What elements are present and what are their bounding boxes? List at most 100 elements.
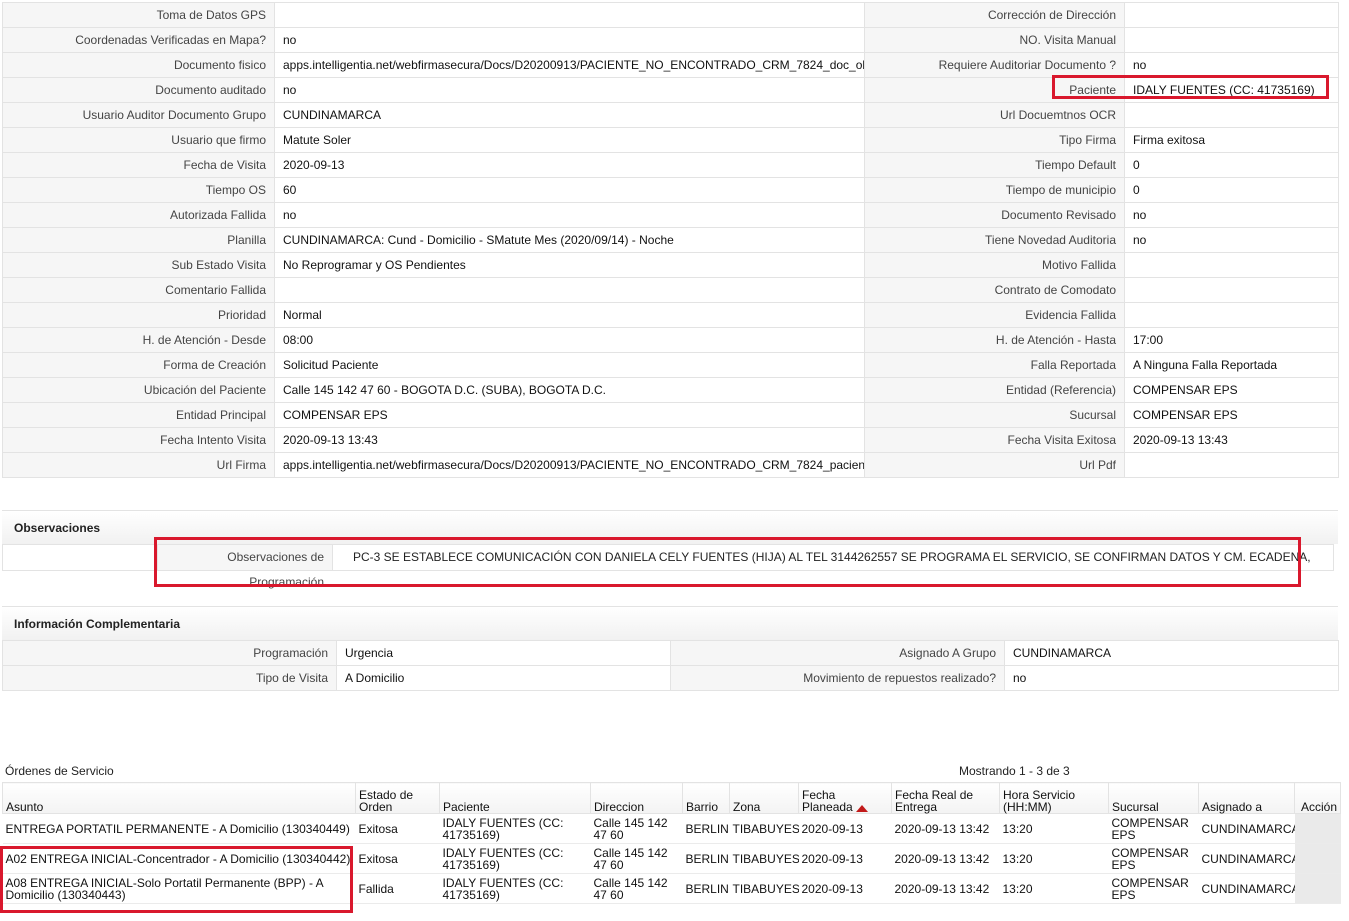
- field-value: apps.intelligentia.net/webfirmasecura/Do…: [274, 52, 865, 78]
- table-cell: A08 ENTREGA INICIAL-Solo Portatil Perman…: [2, 873, 356, 904]
- orders-column-header[interactable]: Sucursal: [1108, 782, 1199, 814]
- field-label: Sucursal: [864, 402, 1125, 428]
- orders-column-header[interactable]: Acción: [1294, 782, 1341, 814]
- field-value: CUNDINAMARCA: [1004, 640, 1339, 666]
- table-cell: TIBABUYES: [729, 873, 799, 904]
- field-label: Toma de Datos GPS: [2, 2, 275, 28]
- field-value: no: [1004, 665, 1339, 691]
- detail-row: Url Firma apps.intelligentia.net/webfirma…: [2, 452, 1339, 478]
- table-cell: 2020-09-13 13:42: [891, 813, 1000, 844]
- column-header-label: Hora Servicio (HH:MM): [1003, 788, 1076, 814]
- detail-row: Entidad Principal COMPENSAR EPS Sucursal CO…: [2, 402, 1339, 428]
- table-row[interactable]: ENTREGA PORTATIL PERMANENTE - A Domicili…: [2, 813, 1341, 844]
- table-cell: ENTREGA PORTATIL PERMANENTE - A Domicili…: [2, 813, 356, 844]
- orders-column-header[interactable]: Estado de Orden: [355, 782, 440, 814]
- field-label: Url Firma: [2, 452, 275, 478]
- table-cell: A02 ENTREGA INICIAL-Concentrador - A Dom…: [2, 843, 356, 874]
- field-label: Tiempo de municipio: [864, 177, 1125, 203]
- orders-column-header[interactable]: Asunto: [2, 782, 356, 814]
- field-label: Entidad Principal: [2, 402, 275, 428]
- table-cell: Exitosa: [355, 813, 440, 844]
- column-header-label: Fecha Real de Entrega: [895, 788, 974, 814]
- field-value: CUNDINAMARCA: Cund - Domicilio - SMatute…: [274, 227, 865, 253]
- field-value: [1124, 2, 1339, 28]
- table-cell: Calle 145 142 47 60: [590, 873, 683, 904]
- field-label: Programación: [2, 640, 337, 666]
- column-header-label: Barrio: [686, 800, 719, 814]
- field-value: A Ninguna Falla Reportada: [1124, 352, 1339, 378]
- table-cell: 2020-09-13 13:42: [891, 873, 1000, 904]
- detail-row: Prioridad Normal Evidencia Fallida: [2, 302, 1339, 328]
- field-value: 17:00: [1124, 327, 1339, 353]
- info-row: Tipo de Visita A Domicilio Movimiento de r…: [2, 665, 1339, 691]
- field-label: Requiere Auditoriar Documento ?: [864, 52, 1125, 78]
- orders-count: Mostrando 1 - 3 de 3: [959, 764, 1070, 778]
- field-label: Coordenadas Verificadas en Mapa?: [2, 27, 275, 53]
- orders-column-header[interactable]: Asignado a: [1198, 782, 1295, 814]
- table-cell[interactable]: [1294, 873, 1341, 904]
- table-cell[interactable]: [1294, 843, 1341, 874]
- table-cell: 13:20: [999, 873, 1109, 904]
- field-value: COMPENSAR EPS: [1124, 377, 1339, 403]
- field-label: Evidencia Fallida: [864, 302, 1125, 328]
- field-label: NO. Visita Manual: [864, 27, 1125, 53]
- field-label: Tipo Firma: [864, 127, 1125, 153]
- orders-table: Asunto Estado de Orden Paciente Direccion Ba…: [2, 782, 1341, 904]
- detail-row: Usuario Auditor Documento Grupo CUNDINAMA…: [2, 102, 1339, 128]
- field-value: apps.intelligentia.net/webfirmasecura/Do…: [274, 452, 865, 478]
- field-value: no: [1124, 202, 1339, 228]
- orders-column-header[interactable]: Zona: [729, 782, 799, 814]
- observaciones-label: Observaciones de Programación: [157, 545, 333, 589]
- field-value: [1124, 452, 1339, 478]
- table-row[interactable]: A02 ENTREGA INICIAL-Concentrador - A Dom…: [2, 843, 1341, 874]
- column-header-label: Asignado a: [1202, 800, 1263, 814]
- table-cell: 2020-09-13: [798, 873, 892, 904]
- field-value: 60: [274, 177, 865, 203]
- field-value: no: [1124, 52, 1339, 78]
- field-label: Movimiento de repuestos realizado?: [670, 665, 1005, 691]
- field-label: H. de Atención - Desde: [2, 327, 275, 353]
- orders-column-header[interactable]: Direccion: [590, 782, 683, 814]
- orders-column-header[interactable]: Fecha Planeada: [798, 782, 892, 814]
- orders-column-header[interactable]: Hora Servicio (HH:MM): [999, 782, 1109, 814]
- field-label: Usuario Auditor Documento Grupo: [2, 102, 275, 128]
- orders-column-header[interactable]: Barrio: [682, 782, 730, 814]
- column-header-label: Asunto: [6, 800, 44, 814]
- table-cell: CUNDINAMARCA: [1198, 873, 1295, 904]
- field-value: Firma exitosa: [1124, 127, 1339, 153]
- detail-row: Planilla CUNDINAMARCA: Cund - Domicilio -…: [2, 227, 1339, 253]
- observaciones-value: PC-3 SE ESTABLECE COMUNICACIÓN CON DANIE…: [353, 550, 1311, 564]
- field-value: [1124, 277, 1339, 303]
- detail-row: Autorizada Fallida no Documento Revisado no: [2, 202, 1339, 228]
- field-label: Fecha Visita Exitosa: [864, 427, 1125, 453]
- field-value: No Reprogramar y OS Pendientes: [274, 252, 865, 278]
- detail-row: H. de Atención - Desde 08:00 H. de Atenció…: [2, 327, 1339, 353]
- field-value: no: [274, 77, 865, 103]
- field-value: no: [274, 27, 865, 53]
- table-cell: CUNDINAMARCA: [1198, 843, 1295, 874]
- column-header-label: Zona: [733, 800, 761, 814]
- orders-title: Órdenes de Servicio: [5, 764, 114, 778]
- table-cell: BERLIN: [682, 813, 730, 844]
- sort-up-icon[interactable]: [855, 805, 868, 812]
- column-header-label: Acción: [1300, 800, 1337, 814]
- field-value: [274, 277, 865, 303]
- table-cell: 2020-09-13 13:42: [891, 843, 1000, 874]
- field-label: Usuario que firmo: [2, 127, 275, 153]
- table-row[interactable]: A08 ENTREGA INICIAL-Solo Portatil Perman…: [2, 873, 1341, 904]
- table-cell[interactable]: [1294, 813, 1341, 844]
- field-value: COMPENSAR EPS: [1124, 402, 1339, 428]
- detail-row: Sub Estado Visita No Reprogramar y OS Pen…: [2, 252, 1339, 278]
- orders-column-header[interactable]: Fecha Real de Entrega: [891, 782, 1000, 814]
- field-label: Asignado A Grupo: [670, 640, 1005, 666]
- table-cell: TIBABUYES: [729, 813, 799, 844]
- table-cell: 2020-09-13: [798, 843, 892, 874]
- field-label: Url Docuemtnos OCR: [864, 102, 1125, 128]
- table-cell: Exitosa: [355, 843, 440, 874]
- field-label: Motivo Fallida: [864, 252, 1125, 278]
- field-value: 0: [1124, 177, 1339, 203]
- orders-column-header[interactable]: Paciente: [439, 782, 591, 814]
- field-label: Url Pdf: [864, 452, 1125, 478]
- info-table: Programación Urgencia Asignado A Grupo CUND…: [2, 640, 1339, 691]
- detail-row: Coordenadas Verificadas en Mapa? no NO. Vi…: [2, 27, 1339, 53]
